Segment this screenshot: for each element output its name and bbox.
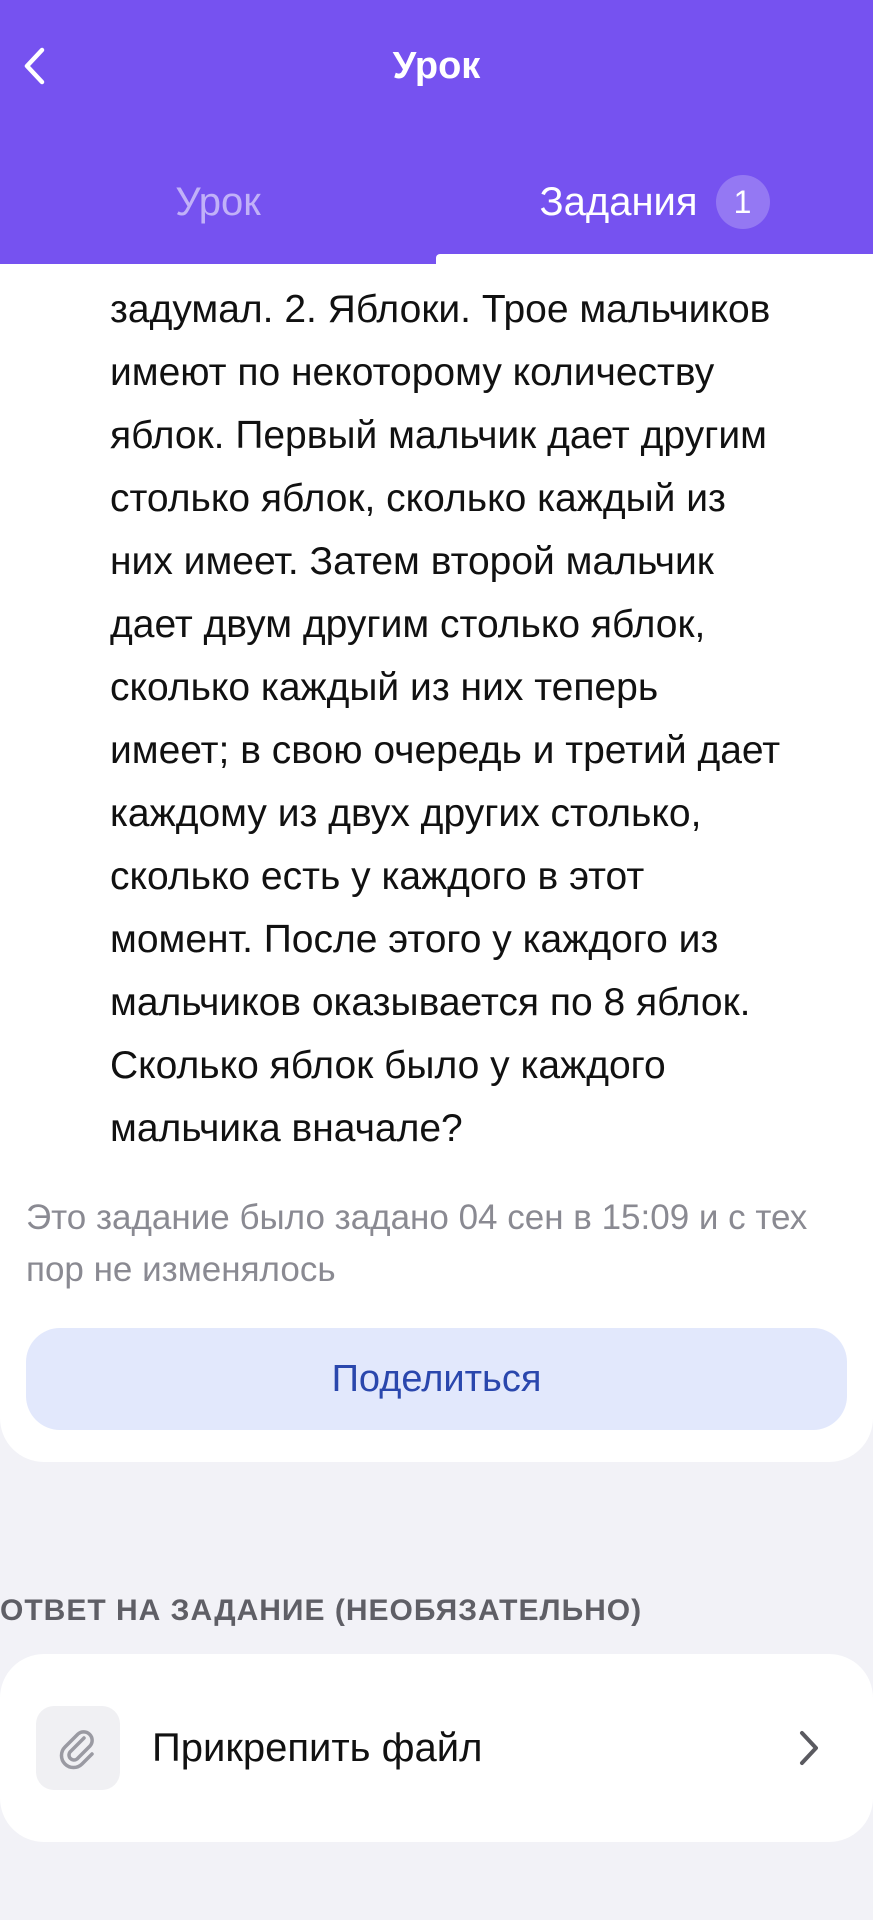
share-button[interactable]: Поделиться: [26, 1328, 847, 1430]
tab-lesson[interactable]: Урок: [0, 160, 436, 244]
attach-icon-box: [36, 1706, 120, 1790]
task-card: задумал. 2. Яблоки. Трое мальчиков имеют…: [0, 264, 873, 1462]
header-bar: Урок Урок Задания 1: [0, 0, 873, 264]
tasks-count-badge: 1: [715, 175, 770, 229]
tab-tasks[interactable]: Задания 1: [436, 160, 873, 244]
attach-file-label: Прикрепить файл: [152, 1726, 483, 1770]
tab-bar: Урок Задания 1: [0, 160, 873, 244]
tab-tasks-label: Задания: [539, 179, 698, 224]
paperclip-icon: [59, 1730, 94, 1770]
assigned-note: Это задание было задано 04 сен в 15:09 и…: [26, 1198, 808, 1289]
attach-file-row[interactable]: Прикрепить файл: [0, 1654, 873, 1842]
answer-section-label: ОТВЕТ НА ЗАДАНИЕ (НЕОБЯЗАТЕЛЬНО): [0, 1594, 643, 1627]
page-title: Урок: [392, 45, 481, 87]
chevron-right-icon: [794, 1726, 824, 1770]
task-text: задумал. 2. Яблоки. Трое мальчиков имеют…: [110, 288, 781, 1150]
active-tab-indicator: [436, 254, 873, 264]
tab-lesson-label: Урок: [175, 179, 261, 224]
